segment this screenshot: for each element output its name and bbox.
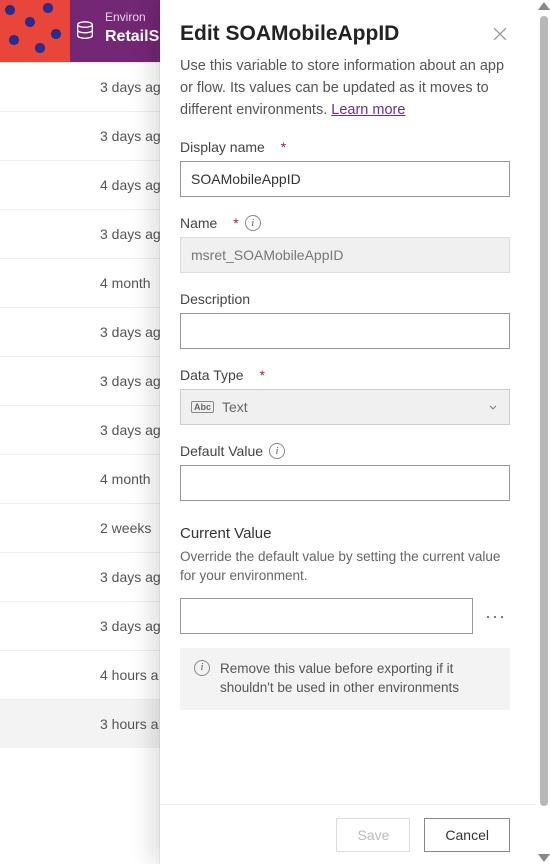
cancel-button[interactable]: Cancel: [424, 818, 510, 852]
save-button[interactable]: Save: [336, 818, 410, 852]
export-warning: i Remove this value before exporting if …: [180, 648, 510, 710]
description-input[interactable]: [180, 313, 510, 349]
scroll-up-icon[interactable]: [538, 2, 550, 10]
panel-footer: Save Cancel: [160, 804, 536, 864]
list-item[interactable]: 3 days ag: [0, 405, 160, 454]
list-item[interactable]: 4 month: [0, 258, 160, 307]
panel-title: Edit SOAMobileAppID: [180, 22, 399, 46]
current-value-input[interactable]: [180, 598, 473, 634]
chevron-down-icon: [487, 401, 499, 413]
list-item[interactable]: 3 days ag: [0, 111, 160, 160]
app-logo: [0, 0, 70, 62]
list-item[interactable]: 3 days ag: [0, 209, 160, 258]
app-header: Environ RetailS: [0, 0, 160, 62]
list-item[interactable]: 2 weeks: [0, 503, 160, 552]
info-icon: i: [194, 660, 210, 676]
list-item[interactable]: 3 days ag: [0, 552, 160, 601]
data-type-select[interactable]: Abc Text: [180, 389, 510, 425]
display-name-input[interactable]: [180, 161, 510, 197]
list-item[interactable]: 4 hours a: [0, 650, 160, 699]
list-item[interactable]: 3 hours a: [0, 699, 160, 748]
scroll-thumb[interactable]: [540, 16, 548, 806]
list-item[interactable]: 3 days ag: [0, 307, 160, 356]
scrollbar[interactable]: [538, 2, 550, 862]
database-icon: [74, 20, 96, 42]
info-icon[interactable]: i: [245, 215, 261, 231]
learn-more-link[interactable]: Learn more: [331, 102, 405, 118]
default-value-input[interactable]: [180, 465, 510, 501]
export-warning-text: Remove this value before exporting if it…: [220, 660, 496, 698]
display-name-label: Display name *: [180, 139, 510, 155]
description-label: Description: [180, 291, 510, 307]
close-icon[interactable]: [490, 24, 510, 44]
data-type-label: Data Type *: [180, 367, 510, 383]
scroll-down-icon[interactable]: [538, 854, 550, 862]
edit-variable-panel: Edit SOAMobileAppID Use this variable to…: [160, 0, 550, 864]
default-value-label: Default Value i: [180, 443, 510, 459]
panel-help: Use this variable to store information a…: [180, 56, 510, 121]
info-icon[interactable]: i: [269, 443, 285, 459]
name-label: Name * i: [180, 215, 510, 231]
current-value-label: Current Value: [180, 525, 510, 542]
list-item[interactable]: 3 days ag: [0, 62, 160, 111]
current-value-help: Override the default value by setting th…: [180, 548, 510, 586]
background-list: 3 days ag 3 days ag 4 days ag 3 days ag …: [0, 62, 160, 748]
list-item[interactable]: 3 days ag: [0, 601, 160, 650]
list-item[interactable]: 4 month: [0, 454, 160, 503]
list-item[interactable]: 4 days ag: [0, 160, 160, 209]
name-input: [180, 237, 510, 273]
data-type-value: Text: [222, 399, 248, 415]
env-name: RetailS: [105, 28, 159, 46]
text-type-icon: Abc: [191, 401, 214, 413]
more-options-icon[interactable]: ···: [481, 602, 510, 631]
env-label: Environ: [105, 10, 146, 24]
list-item[interactable]: 3 days ag: [0, 356, 160, 405]
